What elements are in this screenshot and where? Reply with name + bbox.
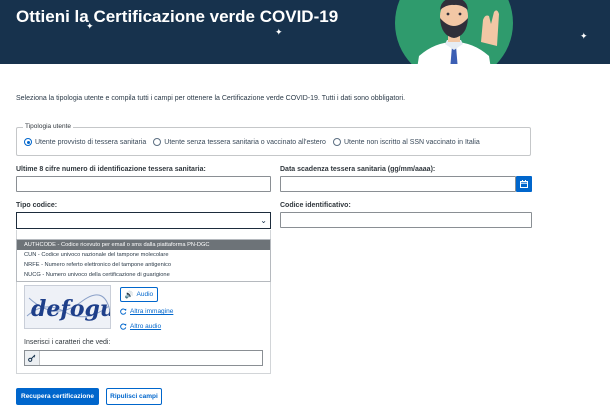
captcha-image: defogure <box>24 285 111 329</box>
radio-user-with-card[interactable] <box>24 138 32 146</box>
doctor-illustration <box>395 0 513 64</box>
other-audio-link[interactable]: Altro audio <box>120 323 161 330</box>
dropdown-option-nucg[interactable]: NUCG - Numero univoco della certificazio… <box>17 270 270 280</box>
radio-label[interactable]: Utente non iscritto al SSN vaccinato in … <box>344 139 480 146</box>
other-image-link[interactable]: Altra immagine <box>120 308 173 315</box>
card-number-label: Ultime 8 cifre numero di identificazione… <box>16 166 206 173</box>
speaker-icon: 🔊 <box>124 291 134 299</box>
user-type-options: Utente provvisto di tessera sanitaria Ut… <box>24 138 487 146</box>
card-expiry-label: Data scadenza tessera sanitaria (gg/mm/a… <box>280 166 436 173</box>
other-image-label: Altra immagine <box>130 308 174 315</box>
captcha-text: defogure <box>31 296 111 322</box>
card-expiry-input[interactable] <box>280 176 516 192</box>
clear-fields-button[interactable]: Ripulisci campi <box>106 388 162 405</box>
dropdown-option-nrfe[interactable]: NRFE - Numero referto elettronico del ta… <box>17 260 270 270</box>
retrieve-certificate-button[interactable]: Recupera certificazione <box>16 388 99 405</box>
identifier-input[interactable] <box>280 212 532 228</box>
radio-label[interactable]: Utente provvisto di tessera sanitaria <box>35 139 146 146</box>
code-type-select[interactable]: ⌄ <box>16 212 271 229</box>
sparkle-icon: ✦ <box>86 21 94 31</box>
dropdown-option-cun[interactable]: CUN - Codice univoco nazionale del tampo… <box>17 250 270 260</box>
user-type-legend: Tipologia utente <box>23 123 74 130</box>
identifier-label: Codice identificativo: <box>280 202 351 209</box>
captcha-input-label: Inserisci i caratteri che vedi: <box>24 339 111 346</box>
calendar-button[interactable] <box>516 176 532 192</box>
calendar-icon <box>520 180 528 188</box>
refresh-icon <box>120 323 127 330</box>
user-type-fieldset: Tipologia utente Utente provvisto di tes… <box>16 123 531 156</box>
radio-user-without-card[interactable] <box>153 138 162 146</box>
dropdown-option-authcode[interactable]: AUTHCODE - Codice ricevuto per email o s… <box>17 240 270 250</box>
audio-label: Audio <box>136 291 154 298</box>
refresh-icon <box>120 308 127 315</box>
chevron-down-icon: ⌄ <box>260 216 267 225</box>
code-type-label: Tipo codice: <box>16 202 58 209</box>
audio-button[interactable]: 🔊 Audio <box>120 287 158 302</box>
key-icon <box>25 351 40 365</box>
other-audio-label: Altro audio <box>130 323 162 330</box>
sparkle-icon: ✦ <box>275 27 283 37</box>
captcha-input[interactable] <box>24 350 263 366</box>
sparkle-icon: ✦ <box>580 31 588 41</box>
radio-user-not-ssn[interactable] <box>332 138 341 146</box>
code-type-dropdown: AUTHCODE - Codice ricevuto per email o s… <box>16 239 271 282</box>
intro-text: Seleziona la tipologia utente e compila … <box>16 95 406 102</box>
radio-label[interactable]: Utente senza tessera sanitaria o vaccina… <box>164 139 326 146</box>
card-number-input[interactable] <box>16 176 271 192</box>
page-title: Ottieni la Certificazione verde COVID-19 <box>16 7 339 26</box>
page-header: Ottieni la Certificazione verde COVID-19… <box>0 0 610 64</box>
